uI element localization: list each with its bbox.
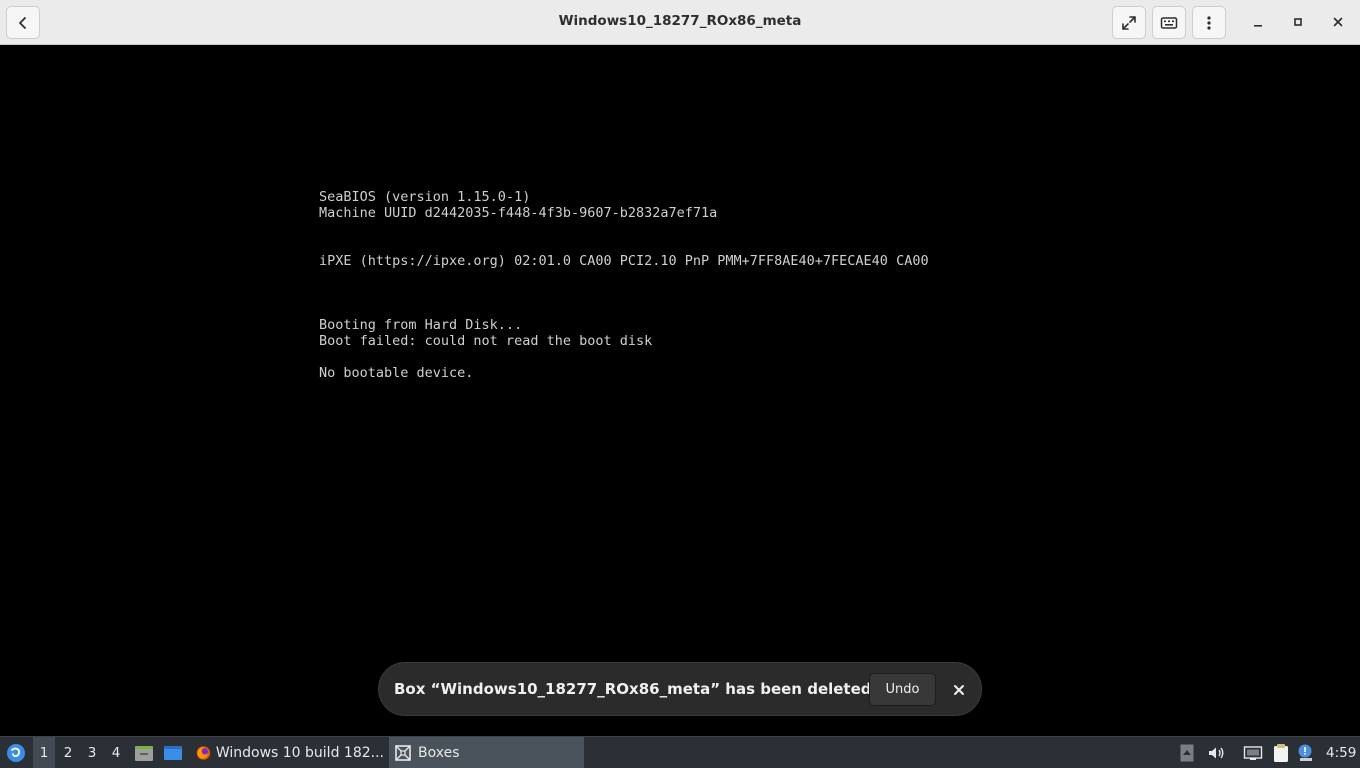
file-manager-launcher[interactable] bbox=[133, 737, 155, 768]
keyboard-button[interactable] bbox=[1152, 6, 1186, 39]
menu-button[interactable] bbox=[1192, 6, 1226, 39]
task-boxes[interactable]: Boxes bbox=[389, 737, 584, 768]
close-icon bbox=[1333, 17, 1343, 27]
task-label: Windows 10 build 182... bbox=[215, 745, 384, 761]
console-line: iPXE (https://ipxe.org) 02:01.0 CA00 PCI… bbox=[319, 253, 929, 269]
window-title: Windows10_18277_ROx86_meta bbox=[558, 13, 802, 29]
back-button[interactable] bbox=[6, 6, 40, 39]
keyboard-icon bbox=[1160, 16, 1178, 29]
console-output: SeaBIOS (version 1.15.0-1) Machine UUID … bbox=[319, 189, 929, 381]
deleted-toast: Box “Windows10_18277_ROx86_meta” has bee… bbox=[378, 662, 982, 716]
start-menu-icon bbox=[7, 744, 25, 762]
workspace-2[interactable]: 2 bbox=[57, 737, 79, 768]
file-manager-icon bbox=[135, 746, 153, 761]
desktop-icon bbox=[164, 746, 182, 760]
maximize-button[interactable] bbox=[1286, 10, 1310, 34]
fullscreen-button[interactable] bbox=[1112, 6, 1146, 39]
tray-expand-button[interactable] bbox=[1178, 737, 1196, 768]
close-icon bbox=[954, 685, 964, 695]
workspace-4[interactable]: 4 bbox=[105, 737, 127, 768]
console-line: Machine UUID d2442035-f448-4f3b-9607-b28… bbox=[319, 205, 718, 221]
toast-close-button[interactable] bbox=[947, 678, 971, 702]
firefox-icon bbox=[196, 746, 211, 760]
vertical-dots-icon bbox=[1207, 15, 1211, 30]
volume-icon bbox=[1209, 747, 1224, 759]
start-menu-button[interactable] bbox=[4, 737, 28, 768]
minimize-button[interactable] bbox=[1246, 10, 1270, 34]
console-line: SeaBIOS (version 1.15.0-1) bbox=[319, 189, 531, 205]
header-bar: Windows10_18277_ROx86_meta bbox=[0, 0, 1360, 45]
workspace-3[interactable]: 3 bbox=[81, 737, 103, 768]
chevron-up-icon bbox=[1180, 744, 1194, 762]
network-button[interactable] bbox=[1242, 737, 1264, 768]
chevron-left-icon bbox=[19, 16, 26, 29]
vm-display[interactable]: SeaBIOS (version 1.15.0-1) Machine UUID … bbox=[0, 46, 1360, 736]
network-icon bbox=[1243, 746, 1263, 760]
show-desktop-button[interactable] bbox=[161, 737, 185, 768]
console-line: No bootable device. bbox=[319, 365, 474, 381]
task-label: Boxes bbox=[418, 745, 460, 761]
workspace-1[interactable]: 1 bbox=[33, 737, 55, 768]
maximize-icon bbox=[1294, 18, 1302, 26]
console-line: Boot failed: could not read the boot dis… bbox=[319, 333, 653, 349]
updates-button[interactable] bbox=[1296, 737, 1316, 768]
update-notification-icon bbox=[1298, 744, 1312, 761]
boxes-icon bbox=[395, 745, 411, 761]
close-window-button[interactable] bbox=[1326, 10, 1350, 34]
clipboard-button[interactable] bbox=[1270, 737, 1292, 768]
minimize-icon bbox=[1254, 25, 1262, 27]
console-line: Booting from Hard Disk... bbox=[319, 317, 523, 333]
clipboard-icon bbox=[1274, 744, 1288, 762]
fullscreen-icon bbox=[1122, 15, 1136, 30]
clock[interactable]: 4:59 bbox=[1326, 737, 1356, 768]
volume-button[interactable] bbox=[1205, 737, 1227, 768]
task-firefox[interactable]: Windows 10 build 182... bbox=[192, 737, 384, 768]
taskbar: 1 2 3 4 Windows 10 build 182... Boxes 4:… bbox=[0, 736, 1360, 768]
undo-button[interactable]: Undo bbox=[869, 673, 936, 706]
toast-message: Box “Windows10_18277_ROx86_meta” has bee… bbox=[394, 680, 872, 698]
